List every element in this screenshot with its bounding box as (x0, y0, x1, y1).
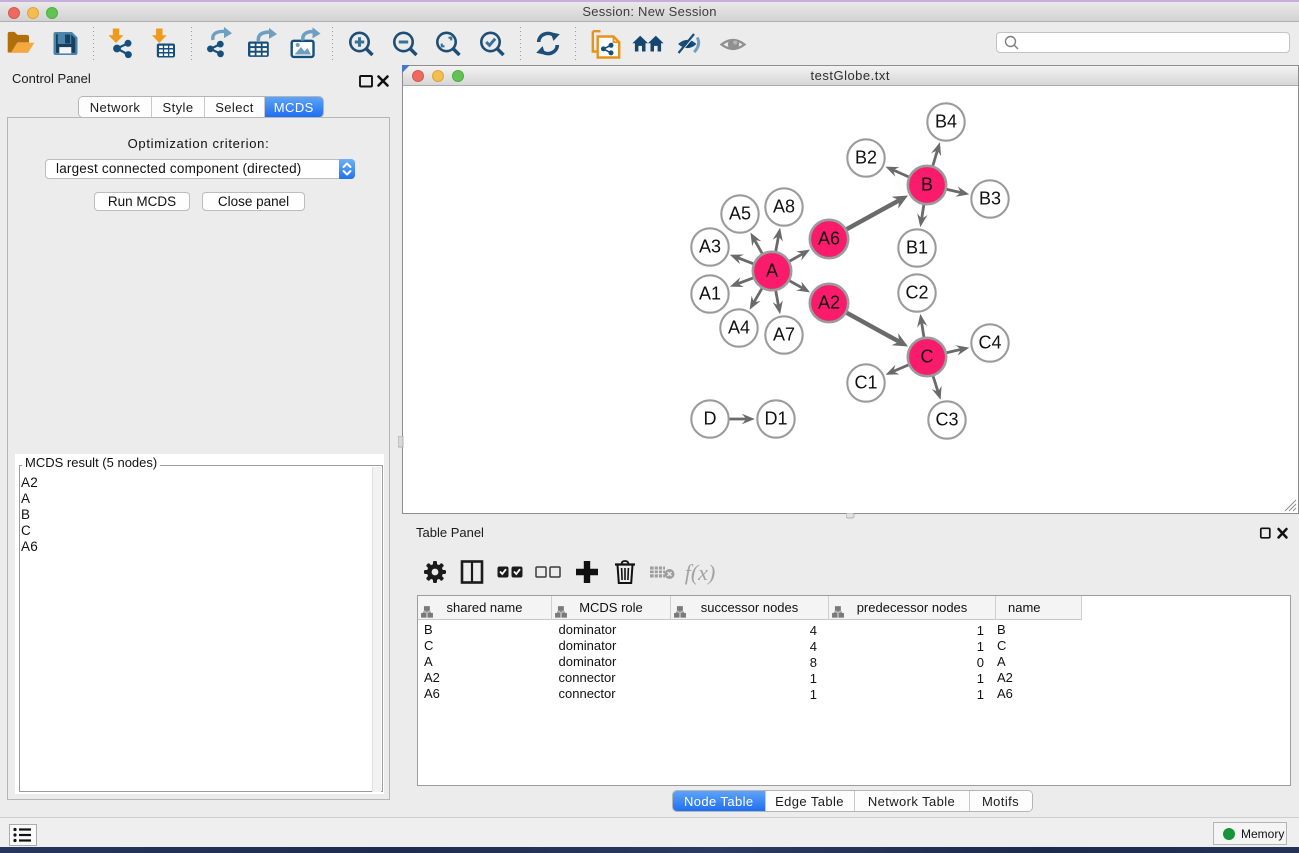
svg-text:A2: A2 (818, 293, 840, 313)
svg-text:B2: B2 (855, 148, 877, 168)
svg-text:A1: A1 (699, 284, 721, 304)
svg-text:B: B (921, 175, 933, 195)
svg-text:A4: A4 (728, 318, 750, 338)
svg-text:A5: A5 (729, 204, 751, 224)
svg-text:A3: A3 (699, 237, 721, 257)
svg-text:C4: C4 (978, 333, 1001, 353)
svg-text:D: D (704, 409, 717, 429)
svg-text:B4: B4 (935, 112, 957, 132)
svg-text:A7: A7 (773, 325, 795, 345)
svg-text:C: C (921, 347, 934, 367)
svg-text:f(x): f(x) (685, 560, 716, 585)
svg-text:D1: D1 (764, 409, 787, 429)
svg-text:C3: C3 (935, 410, 958, 430)
svg-text:A: A (766, 261, 778, 281)
svg-text:C2: C2 (905, 283, 928, 303)
svg-text:B3: B3 (979, 189, 1001, 209)
svg-text:B1: B1 (906, 238, 928, 258)
svg-text:A6: A6 (818, 229, 840, 249)
svg-text:C1: C1 (854, 373, 877, 393)
svg-text:A8: A8 (773, 197, 795, 217)
